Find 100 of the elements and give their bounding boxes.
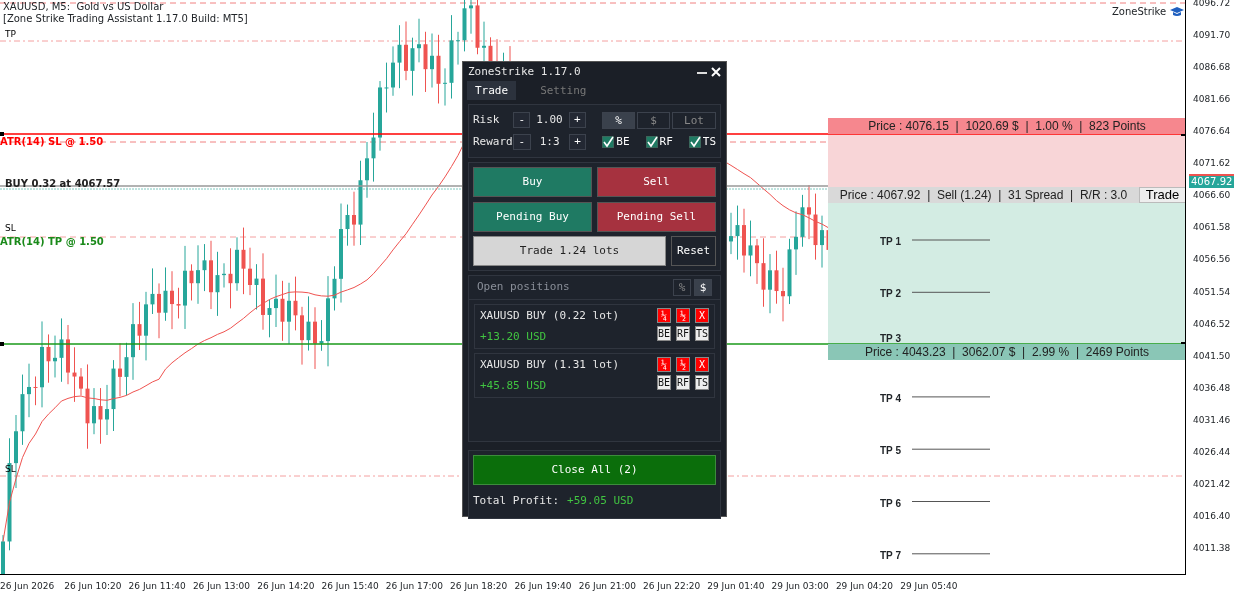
chart-title: XAUUSD, M5: Gold vs US Dollar — [3, 1, 164, 12]
position-profit: +13.20 USD — [480, 328, 548, 345]
total-label: Total Profit: — [473, 493, 560, 509]
position-text: XAUUSD BUY (0.22 lot) — [480, 308, 620, 324]
price-tick: 4061.58 — [1193, 222, 1231, 233]
checkbox[interactable] — [645, 136, 658, 148]
time-tick: 29 Jun 04:20 — [835, 581, 894, 591]
time-tick: 26 Jun 18:20 — [450, 581, 508, 591]
value-field[interactable]: 1:3 — [530, 133, 569, 151]
order-button[interactable]: Pending Sell — [597, 202, 716, 232]
time-tick: 26 Jun 10:20 — [64, 581, 122, 591]
chart-label: SL — [5, 223, 16, 234]
position-option-button[interactable]: TS — [695, 375, 709, 390]
price-tick: 4091.70 — [1193, 30, 1231, 41]
time-tick: 29 Jun 03:00 — [771, 581, 829, 591]
minus-button[interactable]: - — [512, 112, 531, 128]
tp-label: TP 5 — [880, 444, 901, 459]
price-tick: 4071.62 — [1193, 158, 1231, 169]
plus-button[interactable]: + — [568, 134, 587, 150]
reset-button[interactable]: Reset — [671, 236, 716, 266]
chart-label: SL — [5, 464, 16, 475]
tp-label: TP 6 — [880, 496, 901, 511]
display-toggle[interactable]: $ — [694, 279, 712, 296]
time-tick: 26 Jun 15:40 — [321, 581, 379, 591]
stop-loss-info: Price : 4076.15 | 1020.69 $ | 1.00 % | 823 Points — [828, 118, 1185, 134]
order-button[interactable]: Buy — [473, 167, 592, 197]
close-part-button[interactable]: ¼ — [657, 308, 671, 323]
time-tick: 29 Jun 05:40 — [900, 581, 958, 591]
unit-toggle[interactable]: $ — [637, 111, 670, 129]
checkbox[interactable] — [602, 136, 615, 148]
price-tick: 4066.60 — [1193, 190, 1231, 201]
trade-button[interactable]: Trade 1.24 lots — [473, 236, 666, 266]
plus-button[interactable]: + — [568, 112, 586, 128]
price-tick: 4051.54 — [1193, 286, 1231, 297]
graduation-cap-icon — [1170, 7, 1184, 17]
close-all-button[interactable]: Close All (2) — [473, 455, 716, 485]
time-tick: 26 Jun 2026 — [0, 581, 55, 591]
current-price-label: 4067.92 — [1189, 174, 1235, 188]
chart-label: TP — [5, 29, 16, 40]
close-part-button[interactable]: X — [695, 308, 709, 323]
position-option-button[interactable]: RF — [676, 375, 690, 390]
tp-label: TP 7 — [880, 548, 901, 563]
value-field[interactable]: 1.00 — [530, 111, 569, 129]
time-tick: 26 Jun 22:20 — [643, 581, 701, 591]
time-tick: 26 Jun 21:00 — [578, 581, 636, 591]
close-part-button[interactable]: ½ — [676, 308, 690, 323]
price-tick: 4041.50 — [1193, 350, 1231, 361]
price-tick: 4056.56 — [1193, 254, 1231, 265]
field-label: Reward — [473, 133, 514, 150]
checkbox-label: RF — [659, 133, 673, 150]
price-tick: 4031.46 — [1193, 414, 1231, 425]
checkbox-label: TS — [702, 133, 716, 150]
take-profit-info: Price : 4043.23 | 3062.07 $ | 2.99 % | 2469 Points — [828, 344, 1185, 360]
display-toggle[interactable]: % — [673, 279, 691, 296]
minus-button[interactable]: - — [513, 134, 531, 150]
checkbox[interactable] — [688, 136, 701, 148]
tp-label: TP 4 — [880, 391, 901, 406]
brand-label: ZoneStrike — [1112, 6, 1167, 17]
tp-label: TP 1 — [880, 235, 901, 249]
position-option-button[interactable]: RF — [676, 326, 690, 341]
field-label: Risk — [473, 111, 501, 128]
chart-label: BUY 0.32 at 4067.57 — [5, 178, 121, 189]
position-profit: +45.85 USD — [480, 377, 548, 394]
trade-button[interactable]: Trade — [1139, 187, 1185, 203]
price-tick: 4026.44 — [1193, 446, 1231, 457]
section-title: Open positions — [477, 279, 570, 296]
price-tick: 4081.66 — [1193, 94, 1231, 105]
position-option-button[interactable]: TS — [695, 326, 709, 341]
unit-toggle[interactable]: % — [602, 111, 635, 129]
chart-label: ATR(14) TP @ 1.50 — [0, 236, 104, 247]
position-option-button[interactable]: BE — [657, 326, 671, 341]
close-part-button[interactable]: ½ — [676, 357, 690, 372]
price-tick: 4011.38 — [1193, 543, 1231, 553]
order-button[interactable]: Pending Buy — [473, 202, 592, 232]
time-tick: 26 Jun 11:40 — [128, 581, 186, 591]
close-part-button[interactable]: X — [695, 357, 709, 372]
time-tick: 26 Jun 14:20 — [257, 581, 315, 591]
time-tick: 26 Jun 17:00 — [385, 581, 443, 591]
order-button[interactable]: Sell — [597, 167, 716, 197]
time-tick: 26 Jun 13:00 — [192, 581, 251, 591]
tab[interactable]: Trade — [467, 81, 517, 100]
close-part-button[interactable]: ¼ — [657, 357, 671, 372]
price-tick: 4086.68 — [1193, 62, 1231, 73]
price-tick: 4096.72 — [1193, 0, 1231, 8]
entry-info: Price : 4067.92 | Sell (1.24) | 31 Spread | R/R : 3.0 — [828, 187, 1139, 203]
tp-label: TP 3 — [880, 331, 901, 346]
time-tick: 29 Jun 01:40 — [707, 581, 765, 591]
unit-toggle[interactable]: Lot — [672, 111, 716, 129]
price-tick: 4021.42 — [1193, 478, 1231, 489]
position-option-button[interactable]: BE — [657, 375, 671, 390]
time-tick: 26 Jun 19:40 — [514, 581, 572, 591]
tp-label: TP 2 — [880, 287, 901, 302]
total-value: +59.05 USD — [567, 493, 634, 509]
position-text: XAUUSD BUY (1.31 lot) — [480, 357, 620, 373]
close-icon[interactable] — [711, 66, 721, 77]
tab[interactable]: Setting — [532, 81, 595, 100]
price-tick: 4076.64 — [1193, 126, 1231, 137]
checkbox-label: BE — [616, 133, 630, 150]
indicator-title: [Zone Strike Trading Assistant 1.17.0 Build: MT5] — [3, 13, 248, 24]
price-tick: 4046.52 — [1193, 318, 1231, 329]
